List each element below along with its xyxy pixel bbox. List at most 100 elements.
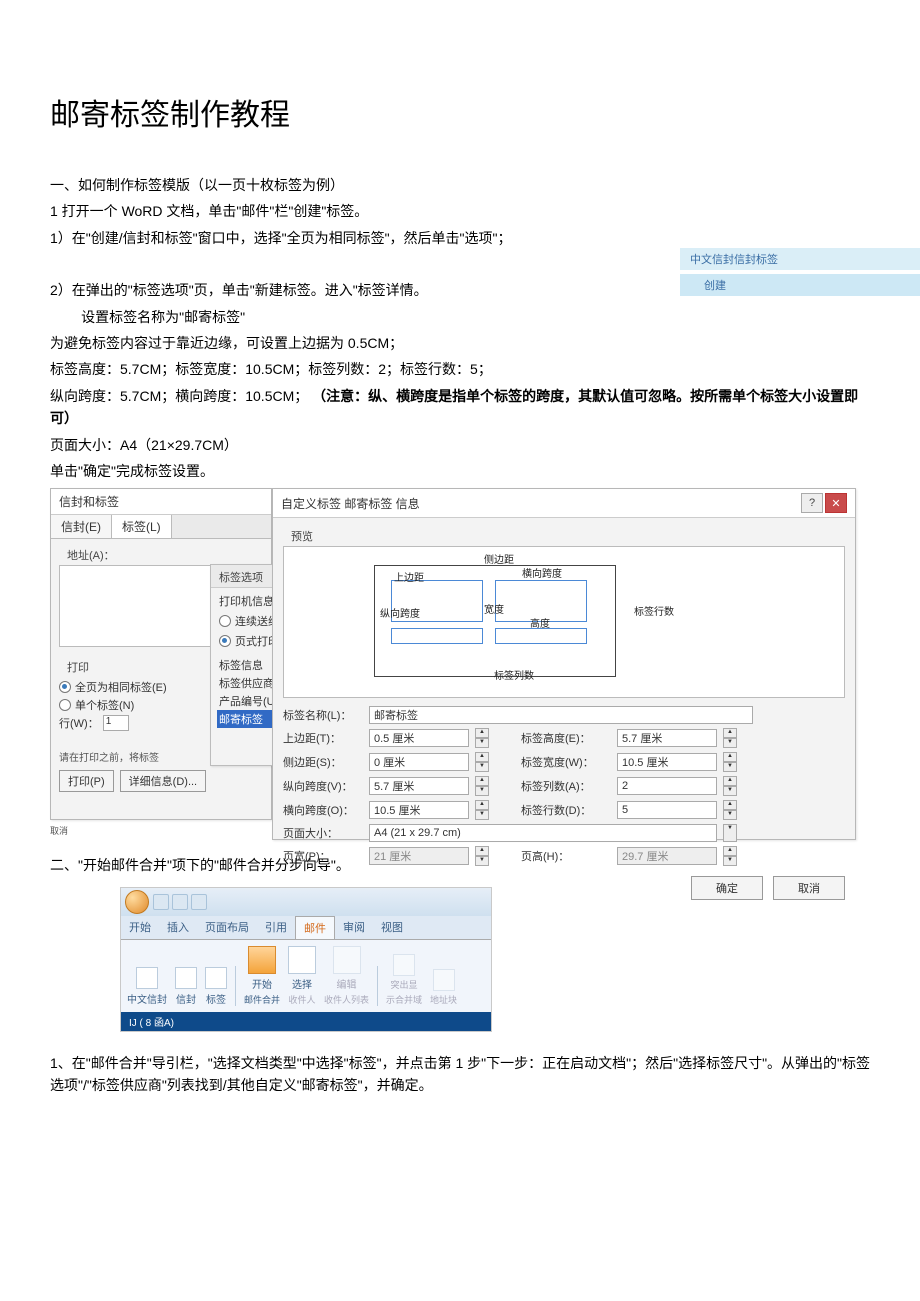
dialog-title: 信封和标签 [51,489,271,515]
tab-mailings[interactable]: 邮件 [295,916,335,939]
office-button-icon[interactable] [125,890,149,914]
spinner-icon[interactable]: ▲▼ [723,728,737,748]
print-button[interactable]: 打印(P) [59,770,114,792]
spinner-icon[interactable]: ▲▼ [475,800,489,820]
field-label: 页面大小： [283,825,363,841]
field-label: 侧边距(S)： [283,754,363,770]
label-icon [205,967,227,989]
page-width-input: 21 厘米 [369,847,469,865]
preview-label: 预览 [283,524,845,546]
page-height-input: 29.7 厘米 [617,847,717,865]
highlight-icon [393,954,415,976]
side-margin-input[interactable]: 0 厘米 [369,753,469,771]
body-text: 1、在"邮件合并"导引栏，"选择文档类型"中选择"标签"，并点击第 1 步"下一… [50,1052,870,1097]
labels-button[interactable]: 标签 [205,967,227,1006]
label-details-dialog: 自定义标签 邮寄标签 信息 ? ✕ 预览 侧边距 上边距 [272,488,856,840]
radio-label: 单个标签(N) [75,697,134,713]
field-label: 标签列数(A)： [521,778,611,794]
address-block-button[interactable]: 地址块 [430,969,457,1006]
horizontal-span-input[interactable]: 10.5 厘米 [369,801,469,819]
tab-view[interactable]: 视图 [373,916,411,939]
row-input[interactable]: 1 [103,715,129,731]
radio-label: 全页为相同标签(E) [75,679,167,695]
spinner-icon[interactable]: ▲▼ [723,776,737,796]
body-text: 1 打开一个 WoRD 文档，单击"邮件"栏"创建"标签。 [50,200,870,222]
dialog-title: 自定义标签 邮寄标签 信息 [281,495,420,512]
tab-envelope[interactable]: 信封(E) [51,515,112,538]
label-name-input[interactable]: 邮寄标签 [369,706,753,724]
spinner-icon[interactable]: ▲▼ [475,752,489,772]
envelope-button[interactable]: 信封 [175,967,197,1006]
dropdown-icon[interactable]: ▼ [723,824,737,842]
edit-recipients-icon [333,946,361,974]
cancel-button[interactable]: 取消 [773,876,845,900]
tab-layout[interactable]: 页面布局 [197,916,257,939]
label-width-input[interactable]: 10.5 厘米 [617,753,717,771]
mail-merge-icon [248,946,276,974]
body-text: 1）在"创建/信封和标签"窗口中，选择"全页为相同标签"，然后单击"选项"； [50,227,870,249]
recipients-icon [288,946,316,974]
redo-icon[interactable] [191,894,207,910]
page-size-select[interactable]: A4 (21 x 29.7 cm) [369,824,717,842]
select-recipients-button[interactable]: 选择 收件人 [288,946,316,1006]
body-text: 为避免标签内容过于靠近边缘，可设置上边据为 0.5CM； [50,332,870,354]
highlight-merge-button[interactable]: 突出显 示合并域 [386,954,422,1006]
columns-input[interactable]: 2 [617,777,717,795]
tab-review[interactable]: 审阅 [335,916,373,939]
envelope-icon [136,967,158,989]
spinner-icon[interactable]: ▲▼ [475,776,489,796]
dialog-cluster: 信封和标签 信封(E) 标签(L) 地址(A)： 打印 全页为相同标签(E) 单… [50,488,870,848]
field-label: 页高(H)： [521,848,611,864]
radio-icon [59,681,71,693]
field-label: 标签名称(L)： [283,707,363,723]
spinner-icon[interactable]: ▲▼ [475,728,489,748]
radio-icon [59,699,71,711]
row-label: 行(W)： [59,715,99,731]
tab-references[interactable]: 引用 [257,916,295,939]
radio-icon [219,635,231,647]
close-icon[interactable]: ✕ [825,493,847,513]
side-hint-box: 中文信封信封标签 创建 [680,248,920,300]
chinese-envelope-button[interactable]: 中文信封 [127,967,167,1006]
body-text: 纵向跨度：5.7CM；横向跨度：10.5CM； （注意：纵、横跨度是指单个标签的… [50,385,870,430]
body-text: 页面大小：A4（21×29.7CM） [50,434,870,456]
details-button[interactable]: 详细信息(D)... [120,770,206,792]
tab-labels[interactable]: 标签(L) [112,515,172,538]
ok-button[interactable]: 确定 [691,876,763,900]
spinner-icon[interactable]: ▲▼ [723,752,737,772]
address-block-icon [433,969,455,991]
body-text: 标签高度：5.7CM；标签宽度：10.5CM；标签列数：2；标签行数：5； [50,358,870,380]
quick-access-toolbar[interactable] [153,894,207,910]
tab-insert[interactable]: 插入 [159,916,197,939]
field-label: 上边距(T)： [283,730,363,746]
spinner-icon[interactable]: ▲▼ [723,800,737,820]
spinner-icon: ▲▼ [475,846,489,866]
word-ribbon-screenshot: 开始 插入 页面布局 引用 邮件 审阅 视图 中文信封 信封 标签 [120,887,492,1032]
field-label: 横向跨度(O)： [283,802,363,818]
edit-recipients-button[interactable]: 编辑 收件人列表 [324,946,369,1006]
vertical-span-input[interactable]: 5.7 厘米 [369,777,469,795]
undo-icon[interactable] [172,894,188,910]
section-heading: 一、如何制作标签模版（以一页十枚标签为例） [50,174,870,196]
cancel-text: 取消 [50,824,68,837]
field-label: 标签高度(E)： [521,730,611,746]
save-icon[interactable] [153,894,169,910]
tab-home[interactable]: 开始 [121,916,159,939]
field-label: 页宽(P)： [283,848,363,864]
label-height-input[interactable]: 5.7 厘米 [617,729,717,747]
address-label: 地址(A)： [59,543,263,565]
field-label: 标签行数(D)： [521,802,611,818]
start-mail-merge-button[interactable]: 开始 邮件合并 [244,946,280,1006]
radio-icon [219,615,231,627]
label-preview: 侧边距 上边距 横向跨度 纵向跨度 宽度 高度 标签行数 标签列数 [283,546,845,698]
body-text: 设置标签名称为"邮寄标签" [50,306,870,328]
status-bar: IJ ( 8 函A) [121,1012,491,1031]
help-icon[interactable]: ? [801,493,823,513]
side-hint-line: 创建 [680,274,920,296]
field-label: 标签宽度(W)： [521,754,611,770]
body-text: 单击"确定"完成标签设置。 [50,460,870,482]
spinner-icon: ▲▼ [723,846,737,866]
top-margin-input[interactable]: 0.5 厘米 [369,729,469,747]
envelope-icon [175,967,197,989]
rows-input[interactable]: 5 [617,801,717,819]
